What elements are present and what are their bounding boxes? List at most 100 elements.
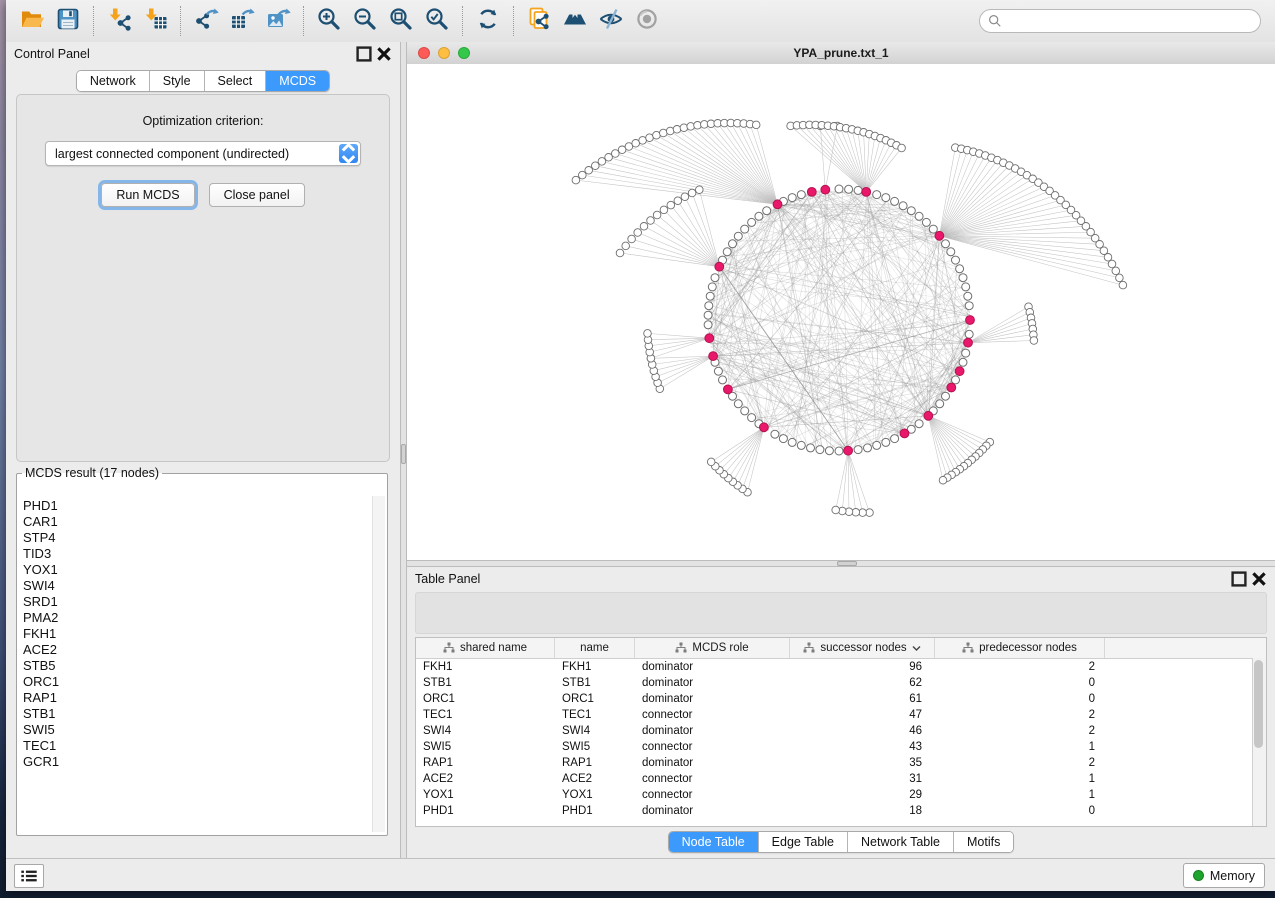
column-header-empty	[1105, 638, 1266, 658]
column-header-predecessor-nodes[interactable]: predecessor nodes	[935, 638, 1105, 658]
application-window: Control Panel NetworkStyleSelectMCDS Opt…	[6, 0, 1275, 890]
cell-shared-name: SWI4	[416, 725, 555, 737]
cell-MCDS-role: connector	[635, 709, 790, 721]
table-tabbar: Node TableEdge TableNetwork TableMotifs	[668, 831, 1015, 853]
cell-name: PHD1	[555, 805, 635, 817]
table-scrollbar-thumb[interactable]	[1254, 660, 1263, 748]
close-panel-icon[interactable]	[1251, 571, 1267, 587]
tab-network[interactable]: Network	[77, 71, 149, 91]
tab-style[interactable]: Style	[149, 71, 204, 91]
new-network-from-selection-button[interactable]	[521, 4, 557, 38]
table-scrollbar[interactable]	[1252, 658, 1266, 826]
table-row[interactable]: ACE2ACE2connector311	[416, 771, 1266, 787]
hide-selection-button[interactable]	[593, 4, 629, 38]
save-session-button[interactable]	[50, 4, 86, 38]
mcds-result-item[interactable]: YOX1	[23, 562, 371, 578]
table-row[interactable]: STB1STB1dominator620	[416, 675, 1266, 691]
mcds-result-item[interactable]: STB5	[23, 658, 371, 674]
delete-columns-button[interactable]	[645, 600, 671, 626]
table-row[interactable]: SWI4SWI4dominator462	[416, 723, 1266, 739]
refresh-view-button[interactable]	[470, 4, 506, 38]
cell-shared-name: TEC1	[416, 709, 555, 721]
mcds-result-item[interactable]: ORC1	[23, 674, 371, 690]
mcds-result-item[interactable]: STP4	[23, 530, 371, 546]
search-input[interactable]	[1007, 13, 1252, 29]
mcds-result-item[interactable]: ACE2	[23, 642, 371, 658]
column-type-icon	[443, 642, 455, 654]
table-row[interactable]: PHD1PHD1dominator180	[416, 803, 1266, 819]
network-canvas[interactable]	[407, 64, 1275, 560]
optimization-criterion-select[interactable]: largest connected component (undirected)	[45, 141, 361, 166]
mcds-result-item[interactable]: SWI5	[23, 722, 371, 738]
select-all-button[interactable]	[516, 600, 542, 626]
settings-button[interactable]	[430, 600, 456, 626]
import-network-button[interactable]	[101, 4, 137, 38]
mcds-result-item[interactable]: PMA2	[23, 610, 371, 626]
first-neighbors-button[interactable]	[557, 4, 593, 38]
tab-node-table[interactable]: Node Table	[669, 832, 758, 852]
export-image-button[interactable]	[260, 4, 296, 38]
deselect-all-button[interactable]	[559, 600, 585, 626]
float-panel-icon[interactable]	[1231, 571, 1247, 587]
column-header-shared-name[interactable]: shared name	[416, 638, 555, 658]
column-header-successor-nodes[interactable]: successor nodes	[790, 638, 935, 658]
horizontal-splitter-grip[interactable]	[837, 561, 857, 566]
table-row[interactable]: RAP1RAP1dominator352	[416, 755, 1266, 771]
memory-status-icon	[1193, 870, 1204, 881]
mcds-result-item[interactable]: STB1	[23, 706, 371, 722]
zoom-fit-button[interactable]	[383, 4, 419, 38]
tab-edge-table[interactable]: Edge Table	[758, 832, 847, 852]
zoom-selected-button[interactable]	[419, 4, 455, 38]
memory-button[interactable]: Memory	[1183, 863, 1265, 888]
cell-shared-name: ACE2	[416, 773, 555, 785]
mcds-result-item[interactable]: CAR1	[23, 514, 371, 530]
panel-columns-button[interactable]	[473, 600, 499, 626]
close-window-button[interactable]	[418, 47, 430, 59]
tab-motifs[interactable]: Motifs	[953, 832, 1013, 852]
table-row[interactable]: ORC1ORC1dominator610	[416, 691, 1266, 707]
minimize-window-button[interactable]	[438, 47, 450, 59]
run-mcds-button[interactable]: Run MCDS	[101, 183, 194, 207]
mcds-result-item[interactable]: FKH1	[23, 626, 371, 642]
table-row[interactable]: YOX1YOX1connector291	[416, 787, 1266, 803]
close-panel-icon[interactable]	[376, 46, 392, 62]
export-table-button[interactable]	[224, 4, 260, 38]
search-box[interactable]	[979, 9, 1261, 33]
column-header-name[interactable]: name	[555, 638, 635, 658]
save-session-icon	[55, 6, 81, 37]
table-row[interactable]: FKH1FKH1dominator962	[416, 659, 1266, 675]
optimization-criterion-label: Optimization criterion:	[17, 114, 389, 128]
vertical-splitter-grip[interactable]	[401, 444, 406, 464]
control-panel-tabbar: NetworkStyleSelectMCDS	[76, 70, 330, 92]
table-row[interactable]: SWI5SWI5connector431	[416, 739, 1266, 755]
task-history-button[interactable]	[14, 864, 44, 888]
mcds-result-item[interactable]: SWI4	[23, 578, 371, 594]
import-table-button[interactable]	[137, 4, 173, 38]
tab-select[interactable]: Select	[204, 71, 266, 91]
mcds-result-item[interactable]: GCR1	[23, 754, 371, 770]
vertical-splitter[interactable]	[400, 42, 407, 858]
mcds-result-item[interactable]: PHD1	[23, 498, 371, 514]
mcds-result-item[interactable]: SRD1	[23, 594, 371, 610]
tab-network-table[interactable]: Network Table	[847, 832, 953, 852]
zoom-out-button[interactable]	[347, 4, 383, 38]
zoom-in-button[interactable]	[311, 4, 347, 38]
table-row[interactable]: TEC1TEC1connector472	[416, 707, 1266, 723]
show-hidden-button[interactable]	[629, 4, 665, 38]
cell-MCDS-role: dominator	[635, 693, 790, 705]
network-graph[interactable]	[407, 64, 1275, 560]
mcds-result-item[interactable]: RAP1	[23, 690, 371, 706]
mcds-result-item[interactable]: TID3	[23, 546, 371, 562]
close-panel-button[interactable]: Close panel	[209, 183, 305, 207]
horizontal-splitter[interactable]	[407, 560, 1275, 567]
import-network-icon	[106, 6, 132, 37]
tab-mcds[interactable]: MCDS	[265, 71, 329, 91]
mcds-list-scrollbar[interactable]	[372, 496, 385, 832]
mcds-result-item[interactable]: TEC1	[23, 738, 371, 754]
add-column-button[interactable]	[602, 600, 628, 626]
column-header-MCDS-role[interactable]: MCDS role	[635, 638, 790, 658]
open-file-button[interactable]	[14, 4, 50, 38]
export-network-button[interactable]	[188, 4, 224, 38]
zoom-window-button[interactable]	[458, 47, 470, 59]
float-panel-icon[interactable]	[356, 46, 372, 62]
